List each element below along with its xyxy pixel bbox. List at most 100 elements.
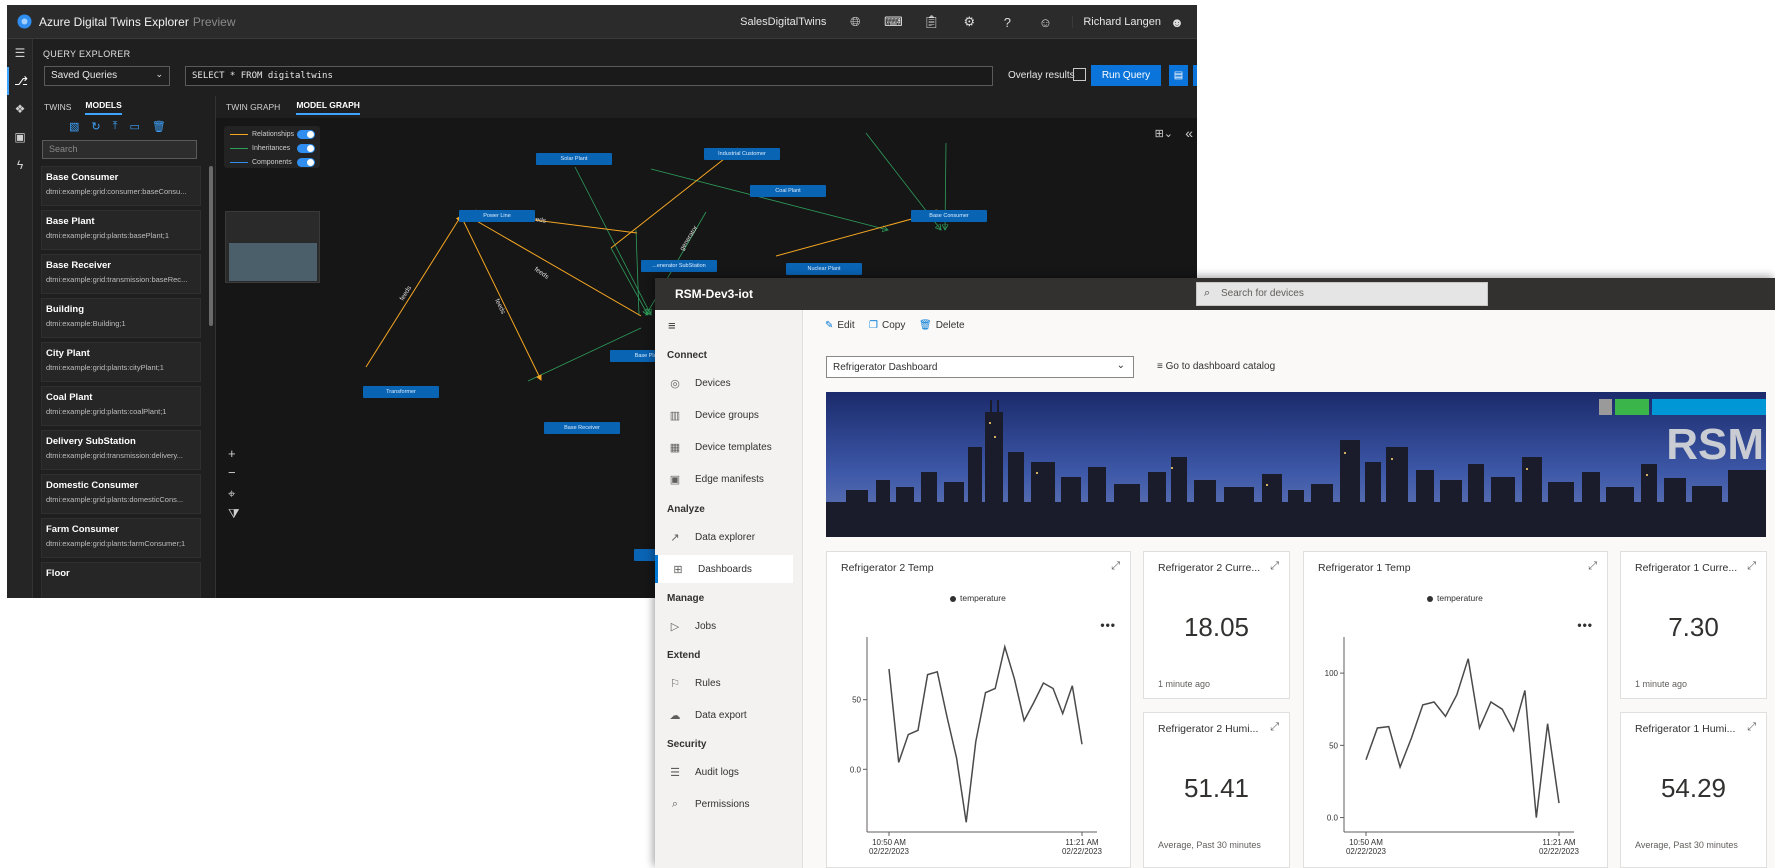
- list-item[interactable]: Base Receiver dtmi:example:grid:transmiss…: [41, 254, 201, 294]
- nav-section-connect: Connect: [667, 350, 707, 361]
- list-item[interactable]: Farm Consumer dtmi:example:grid:plants:fa…: [41, 518, 201, 558]
- list-item[interactable]: Base Plant dtmi:example:grid:plants:baseP…: [41, 210, 201, 250]
- sidebar-item-jobs[interactable]: ▷ Jobs: [655, 612, 793, 640]
- tile-refrigerator-2-humidity: Refrigerator 2 Humi... ⤢ 51.41 Average, …: [1143, 712, 1290, 868]
- layout-picker-icon[interactable]: ⊞⌄: [1155, 127, 1173, 140]
- expand-icon[interactable]: ⤢: [1747, 721, 1756, 734]
- upload-model-image-icon[interactable]: ▧: [69, 120, 79, 133]
- upload-icon[interactable]: ⤒: [113, 120, 118, 133]
- expand-icon[interactable]: ⤢: [1270, 560, 1279, 573]
- graph-node-coal-plant[interactable]: Coal Plant: [750, 185, 826, 197]
- legend-relationships: Relationships: [252, 130, 295, 138]
- graph-minimap[interactable]: [225, 211, 320, 283]
- keyboard-icon[interactable]: ⌨: [874, 5, 912, 39]
- graph-node-industrial-customer[interactable]: Industrial Customer: [704, 148, 780, 160]
- query-input[interactable]: SELECT * FROM digitaltwins: [185, 66, 993, 86]
- list-item[interactable]: Building dtmi:example:Building;1: [41, 298, 201, 338]
- list-item[interactable]: Domestic Consumer dtmi:example:grid:plant…: [41, 474, 201, 514]
- relationships-toggle[interactable]: [297, 129, 315, 139]
- list-item[interactable]: Coal Plant dtmi:example:grid:plants:coalP…: [41, 386, 201, 426]
- graph-node-solar-plant[interactable]: Solar Plant: [536, 153, 612, 165]
- sidebar-item-edge-manifests[interactable]: ▣ Edge manifests: [655, 465, 793, 493]
- feedback-smiley-icon[interactable]: ☺: [1026, 5, 1064, 39]
- help-icon[interactable]: ?: [988, 5, 1026, 39]
- tab-twin-graph[interactable]: TWIN GRAPH: [226, 102, 280, 112]
- zoom-in-icon[interactable]: +: [228, 446, 236, 461]
- list-item[interactable]: Delivery SubStation dtmi:example:grid:tra…: [41, 430, 201, 470]
- saved-queries-dropdown[interactable]: Saved Queries ⌄: [44, 66, 170, 86]
- import-icon[interactable]: ▣: [7, 123, 33, 151]
- graph-node-transformer[interactable]: Transformer: [363, 386, 439, 398]
- legend-components: Components: [252, 158, 292, 166]
- model-search-input[interactable]: Search: [42, 140, 197, 159]
- components-toggle[interactable]: [297, 157, 315, 167]
- graph-node-power-line[interactable]: Power Line: [459, 210, 535, 222]
- inheritance-edge: [574, 166, 651, 315]
- model-icon[interactable]: ❖: [7, 95, 33, 123]
- list-item[interactable]: Base Consumer dtmi:example:grid:consumer:…: [41, 166, 201, 206]
- minimap-viewport[interactable]: [229, 243, 317, 281]
- refresh-icon[interactable]: ↻: [91, 120, 100, 133]
- explorer-icon[interactable]: ⎇: [7, 67, 33, 95]
- inheritance-edge: [635, 229, 640, 316]
- app-name[interactable]: RSM-Dev3-iot: [675, 287, 753, 301]
- delete-button[interactable]: 🗑︎ Delete: [919, 320, 965, 331]
- tab-model-graph[interactable]: MODEL GRAPH: [296, 100, 360, 115]
- filter-icon[interactable]: ⧩: [228, 506, 240, 522]
- list-item[interactable]: City Plant dtmi:example:grid:plants:cityP…: [41, 342, 201, 382]
- model-list: Base Consumer dtmi:example:grid:consumer:…: [41, 166, 201, 598]
- sidebar-item-dashboards[interactable]: ⊞ Dashboards: [655, 555, 793, 583]
- environment-name[interactable]: SalesDigitalTwins: [740, 16, 826, 28]
- inheritances-toggle[interactable]: [297, 143, 315, 153]
- sidebar-item-device-groups[interactable]: ▥ Device groups: [655, 401, 793, 429]
- y-tick-label: 50: [852, 696, 861, 705]
- sidebar-item-data-explorer[interactable]: ↗ Data explorer: [655, 523, 793, 551]
- overlay-results-checkbox[interactable]: [1073, 68, 1086, 81]
- dashboard-catalog-link[interactable]: ≡ Go to dashboard catalog: [1157, 361, 1275, 372]
- run-query-button[interactable]: Run Query: [1091, 65, 1161, 86]
- gear-icon[interactable]: ⚙: [950, 5, 988, 39]
- sidebar-item-devices[interactable]: ◎ Devices: [655, 369, 793, 397]
- edit-button[interactable]: ✎ Edit: [825, 320, 855, 331]
- sidebar-item-rules[interactable]: ⚐ Rules: [655, 669, 793, 697]
- hamburger-menu-icon[interactable]: ≡: [668, 318, 676, 333]
- graph-node-base-consumer[interactable]: Base Consumer: [911, 210, 987, 222]
- expand-icon[interactable]: ⤢: [1270, 721, 1279, 734]
- dashboard-selector[interactable]: Refrigerator Dashboard ⌄: [826, 356, 1134, 378]
- iot-sidebar: ≡ Connect ◎ Devices ▥ Device groups ▦ Devic…: [655, 310, 803, 868]
- device-search-input[interactable]: ⌕ Search for devices: [1196, 282, 1488, 306]
- query-explorer-label: QUERY EXPLORER: [43, 49, 131, 59]
- iot-top-bar: RSM-Dev3-iot ⌕ Search for devices: [655, 278, 1775, 310]
- tab-models[interactable]: MODELS: [85, 100, 122, 115]
- user-switch-icon[interactable]: ☻: [1167, 5, 1187, 39]
- x-tick-label: 02/22/2023: [869, 847, 910, 856]
- globe-icon[interactable]: 🌐︎: [836, 5, 874, 39]
- delete-icon[interactable]: 🗑︎: [152, 120, 166, 133]
- kpi-value: 18.05: [1183, 612, 1250, 642]
- sidebar-item-device-templates[interactable]: ▦ Device templates: [655, 433, 793, 461]
- sidebar-item-data-export[interactable]: ☁ Data export: [655, 701, 793, 729]
- sidebar-item-audit-logs[interactable]: ☰ Audit logs: [655, 758, 793, 786]
- zoom-out-icon[interactable]: −: [228, 465, 236, 480]
- model-list-scrollbar[interactable]: [209, 166, 213, 326]
- graph-node-generator-substation[interactable]: ...enerator SubStation: [641, 260, 717, 272]
- share-query-icon[interactable]: ↗: [1193, 65, 1197, 86]
- collapse-panel-icon[interactable]: «: [1185, 125, 1193, 141]
- models-panel: TWINS MODELS ▧ ↻ ⤒ ▭ 🗑︎ Search Base Cons…: [33, 96, 216, 598]
- user-name[interactable]: Richard Langen: [1072, 16, 1161, 28]
- sidebar-item-permissions[interactable]: ⌕ Permissions: [655, 790, 793, 818]
- graph-node-nuclear-plant[interactable]: Nuclear Plant: [786, 263, 862, 275]
- graph-node-base-receiver[interactable]: Base Receiver: [544, 422, 620, 434]
- kpi-subtext: Average, Past 30 minutes: [1635, 840, 1738, 850]
- expand-icon[interactable]: ⤢: [1747, 560, 1756, 573]
- tab-twins[interactable]: TWINS: [44, 102, 71, 112]
- clipboard-icon[interactable]: 📋︎: [912, 5, 950, 39]
- upload-folder-icon[interactable]: ▭: [130, 120, 140, 133]
- graph-legend: Relationships Inheritances Components: [224, 126, 320, 168]
- list-item[interactable]: Floor: [41, 562, 201, 598]
- copy-button[interactable]: ❐ Copy: [869, 320, 905, 331]
- center-graph-icon[interactable]: ⌖: [228, 486, 235, 502]
- save-query-icon[interactable]: ▤: [1169, 65, 1188, 86]
- lightning-icon[interactable]: ϟ: [7, 151, 33, 179]
- menu-icon[interactable]: ☰: [7, 39, 33, 67]
